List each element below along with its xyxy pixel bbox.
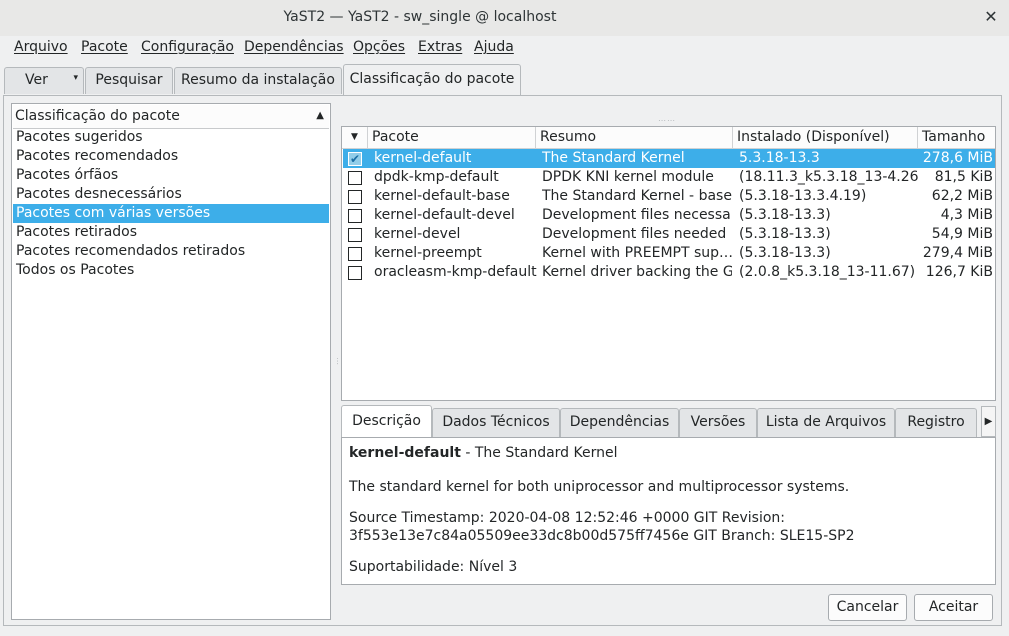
package-version: (5.3.18-13.3) (739, 207, 831, 223)
install-checkbox[interactable] (348, 228, 362, 242)
package-table: ▼ Pacote Resumo Instalado (Disponível) T… (341, 126, 996, 401)
package-size: 126,7 KiB (925, 264, 993, 280)
package-summary: The Standard Kernel - base… (542, 188, 732, 204)
chevron-right-icon[interactable]: ▶ (981, 406, 996, 437)
package-name: dpdk-kmp-default (374, 169, 499, 185)
package-summary: DPDK KNI kernel module (542, 169, 714, 185)
filter-item[interactable]: Todos os Pacotes (13, 261, 329, 280)
install-checkbox[interactable] (348, 190, 362, 204)
sort-up-icon: ▲ (316, 110, 324, 121)
package-size: 62,2 MiB (931, 188, 993, 204)
filter-item[interactable]: Pacotes recomendados retirados (13, 242, 329, 261)
package-name: kernel-default-base (374, 188, 510, 204)
filter-item[interactable]: Pacotes recomendados (13, 147, 329, 166)
tab-package-classification[interactable]: Classificação do pacote (343, 64, 521, 97)
package-name: kernel-devel (374, 226, 461, 242)
table-row[interactable]: kernel-devel Development files needed … … (343, 225, 995, 244)
window-title: YaST2 — YaST2 - sw_single @ localhost (283, 9, 557, 25)
description-package-summary: - The Standard Kernel (460, 445, 618, 461)
install-checkbox[interactable] (348, 209, 362, 223)
package-summary: Development files necessa… (542, 207, 732, 223)
package-version: (2.0.8_k5.3.18_13-11.67) (739, 264, 916, 280)
package-size: 278,6 MiB (922, 150, 993, 166)
tab-log[interactable]: Registro (895, 408, 977, 437)
filter-item[interactable]: Pacotes desnecessários (13, 185, 329, 204)
package-version: 5.3.18-13.3 (739, 150, 820, 166)
package-name: oracleasm-kmp-default (374, 264, 537, 280)
package-name: kernel-default (374, 150, 472, 166)
menu-opcoes[interactable]: Opções (353, 39, 405, 55)
tab-description[interactable]: Descrição (341, 405, 432, 438)
tab-dependencies[interactable]: Dependências (560, 408, 679, 437)
splitter-handle[interactable]: ⋯⋯ (658, 116, 676, 125)
table-row[interactable]: kernel-default-devel Development files n… (343, 206, 995, 225)
filter-item[interactable]: Pacotes órfãos (13, 166, 329, 185)
description-title: kernel-default - The Standard Kernel (349, 445, 618, 461)
filter-item[interactable]: Pacotes retirados (13, 223, 329, 242)
tab-versions[interactable]: Versões (679, 408, 757, 437)
cancel-button[interactable]: Cancelar (828, 594, 907, 621)
column-header-package[interactable]: Pacote (368, 127, 536, 149)
package-size: 81,5 KiB (934, 169, 993, 185)
accept-button[interactable]: Aceitar (914, 594, 993, 621)
install-checkbox[interactable] (348, 266, 362, 280)
column-header-size[interactable]: Tamanho (918, 127, 995, 149)
description-revision: 3f553e13e7c84a05509ee33dc8b00d575ff7456e… (349, 528, 855, 544)
classification-header-label: Classificação do pacote (15, 108, 180, 124)
view-dropdown[interactable]: Ver ▾ (4, 67, 84, 94)
package-summary: Kernel driver backing the G… (542, 264, 732, 280)
table-row[interactable]: kernel-default-base The Standard Kernel … (343, 187, 995, 206)
filter-item-selected[interactable]: Pacotes com várias versões (13, 204, 329, 223)
package-size: 279,4 MiB (922, 245, 993, 261)
package-version: (5.3.18-13.3.4.19) (739, 188, 867, 204)
table-row[interactable]: dpdk-kmp-default DPDK KNI kernel module … (343, 168, 995, 187)
classification-list: Classificação do pacote ▲ Pacotes sugeri… (11, 103, 331, 620)
filter-item[interactable]: Pacotes sugeridos (13, 128, 329, 147)
menu-bar: Arquivo Pacote Configuração Dependências… (0, 36, 1009, 60)
package-summary: Development files needed … (542, 226, 732, 242)
menu-ajuda[interactable]: Ajuda (474, 39, 514, 55)
menu-pacote[interactable]: Pacote (81, 39, 128, 55)
tab-technical-data[interactable]: Dados Técnicos (432, 408, 560, 437)
package-summary: The Standard Kernel (542, 150, 685, 166)
top-tab-bar: Ver ▾ Pesquisar Resumo da instalação Cla… (0, 64, 1009, 97)
package-size: 4,3 MiB (940, 207, 993, 223)
table-row[interactable]: oracleasm-kmp-default Kernel driver back… (343, 263, 995, 282)
description-body: The standard kernel for both uniprocesso… (349, 479, 850, 495)
package-version: (5.3.18-13.3) (739, 245, 831, 261)
package-version: (5.3.18-13.3) (739, 226, 831, 242)
install-checkbox[interactable] (348, 247, 362, 261)
menu-dependencias[interactable]: Dependências (244, 39, 344, 55)
dropdown-arrow-icon: ▾ (73, 73, 78, 83)
description-timestamp: Source Timestamp: 2020-04-08 12:52:46 +0… (349, 510, 786, 526)
description-pane: kernel-default - The Standard Kernel The… (341, 437, 996, 585)
classification-list-header[interactable]: Classificação do pacote ▲ (13, 105, 329, 129)
description-support: Suportabilidade: Nível 3 (349, 559, 518, 575)
package-size: 54,9 MiB (931, 226, 993, 242)
package-summary: Kernel with PREEMPT sup… (542, 245, 732, 261)
detail-tab-bar: Descrição Dados Técnicos Dependências Ve… (341, 405, 996, 438)
menu-configuracao[interactable]: Configuração (141, 39, 234, 55)
table-row[interactable]: ✔ kernel-default The Standard Kernel 5.3… (343, 149, 995, 168)
tab-search[interactable]: Pesquisar (85, 67, 173, 94)
menu-extras[interactable]: Extras (418, 39, 462, 55)
package-name: kernel-default-devel (374, 207, 515, 223)
column-header-summary[interactable]: Resumo (536, 127, 733, 149)
title-bar: YaST2 — YaST2 - sw_single @ localhost ✕ (0, 0, 1009, 36)
install-checkbox[interactable]: ✔ (348, 152, 362, 166)
description-package-name: kernel-default (349, 445, 461, 461)
package-version: (18.11.3_k5.3.18_13-4.26) (739, 169, 919, 185)
tab-file-list[interactable]: Lista de Arquivos (757, 408, 895, 437)
column-header-installed[interactable]: Instalado (Disponível) (733, 127, 918, 149)
table-row[interactable]: kernel-preempt Kernel with PREEMPT sup… … (343, 244, 995, 263)
package-name: kernel-preempt (374, 245, 482, 261)
view-label: Ver (25, 72, 48, 88)
tab-install-summary[interactable]: Resumo da instalação (174, 67, 342, 94)
menu-arquivo[interactable]: Arquivo (14, 39, 68, 55)
sort-down-icon[interactable]: ▼ (342, 127, 368, 149)
close-icon[interactable]: ✕ (981, 7, 1001, 27)
install-checkbox[interactable] (348, 171, 362, 185)
